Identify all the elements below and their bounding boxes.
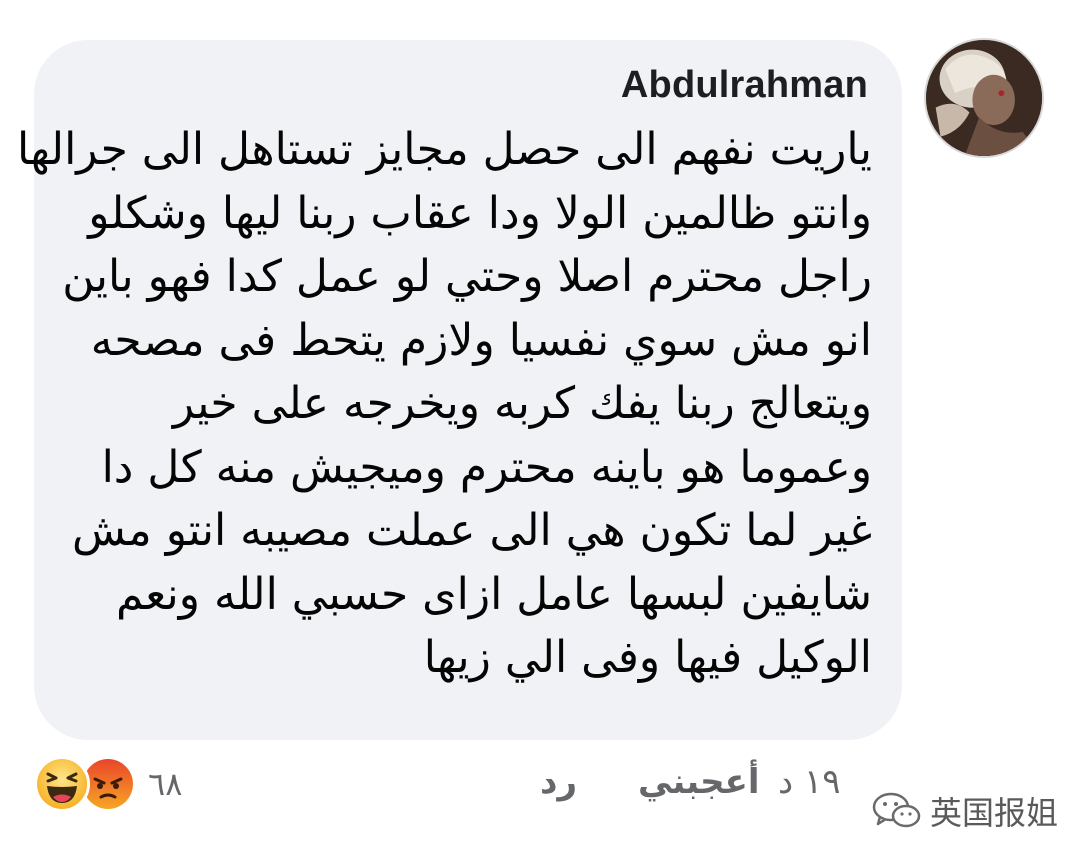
reaction-count: ٦٨: [148, 765, 183, 803]
comment-line: وانتو ظالمين الولا ودا عقاب ربنا ليها وش…: [88, 187, 872, 239]
reply-button[interactable]: رد: [540, 762, 577, 802]
avatar[interactable]: [924, 38, 1044, 158]
comment-line: راجل محترم اصلا وحتي لو عمل كدا فهو باين: [62, 251, 872, 302]
reactions-summary[interactable]: ٦٨: [34, 756, 182, 812]
comment-line: انو مش سوي نفسيا ولازم يتحط فى مصحه: [90, 314, 872, 366]
comment-line: غير لما تكون هي الى عملت مصيبه انتو مش: [72, 505, 872, 556]
comment-line: شايفين لبسها عامل ازاى حسبي الله ونعم: [116, 568, 872, 620]
comment-author[interactable]: Abdulrahman: [621, 64, 868, 107]
watermark: 英国报姐: [872, 788, 1058, 834]
haha-reaction-icon: [34, 756, 90, 812]
like-button[interactable]: أعجبني: [638, 762, 760, 802]
comment-screenshot: Abdulrahman ياريت نفهم الى حصل مجايز تست…: [0, 0, 1080, 862]
watermark-text: 英国报姐: [930, 794, 1059, 832]
comment-line: ياريت نفهم الى حصل مجايز تستاهل الى جرال…: [16, 124, 872, 175]
avatar-image: [926, 40, 1042, 156]
comment-line: وعموما هو باينه محترم وميجيش منه كل دا: [101, 441, 872, 493]
comment-text: ياريت نفهم الى حصل مجايز تستاهل الى جرال…: [16, 118, 872, 690]
wechat-logo-icon: [872, 792, 921, 828]
comment-line: الوكيل فيها وفى الي زيها: [423, 632, 872, 683]
comment-bubble: Abdulrahman ياريت نفهم الى حصل مجايز تست…: [16, 40, 902, 740]
comment-timestamp[interactable]: ١٩ د: [778, 762, 840, 802]
comment-line: ويتعالج ربنا يفك كربه ويخرجه على خير: [172, 378, 872, 429]
